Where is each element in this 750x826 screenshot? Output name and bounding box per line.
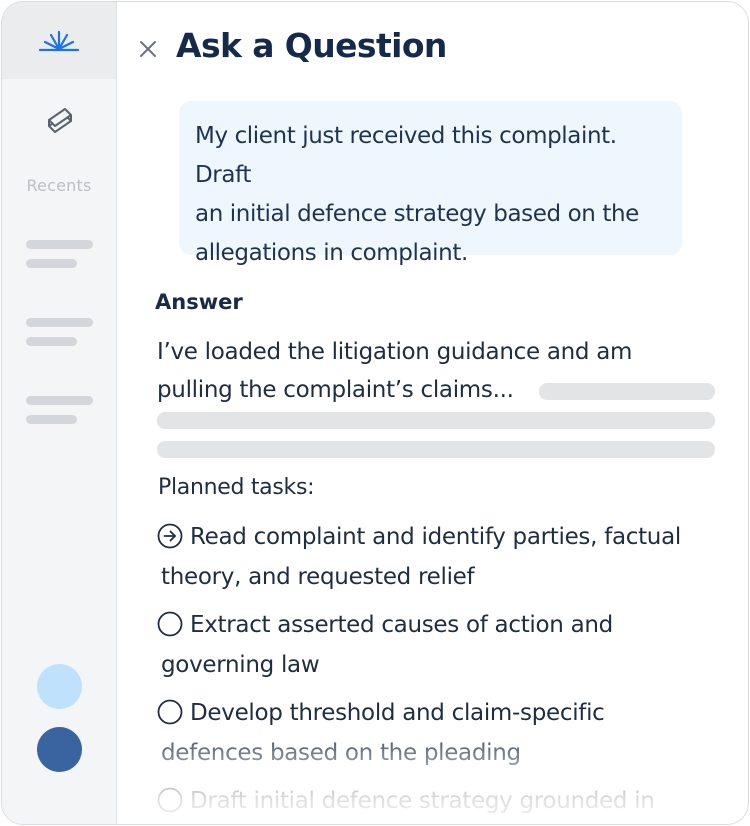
app-window: Recents Ask a Question My client just re… [1,1,749,825]
task-text: Develop threshold and claim-specific [190,700,605,726]
task-line: Read complaint and identify parties, fac… [157,523,681,550]
loading-skeleton-bar [157,412,715,429]
task-text: Extract asserted causes of action and [190,612,613,638]
question-line: allegations in complaint. [195,240,468,266]
task-line: Draft initial defence strategy grounded … [157,787,655,814]
task-list: Read complaint and identify parties, fac… [157,517,717,824]
recent-item-placeholder[interactable] [26,318,93,356]
task-item: Draft initial defence strategy grounded … [157,781,717,821]
question-line: an initial defence strategy based on the [195,201,639,227]
arrow-circle-icon [157,523,183,549]
task-line: Extract asserted causes of action and [157,611,613,638]
task-item: Develop threshold and claim-specific def… [157,693,717,773]
loading-skeleton-bar [157,441,715,458]
sunburst-logo-icon [38,30,80,51]
close-icon[interactable] [137,38,159,60]
recent-item-placeholder[interactable] [26,396,93,434]
stack-layers-icon[interactable] [41,103,77,139]
task-text: governing law [161,652,320,678]
recent-item-placeholder[interactable] [26,240,93,278]
answer-line: I’ve loaded the litigation guidance and … [157,339,633,365]
recents-label: Recents [26,176,92,195]
task-text: defences based on the pleading [161,740,521,766]
skeleton-line [26,318,93,327]
task-item: Extract asserted causes of action and go… [157,605,717,685]
empty-circle-icon [157,699,183,725]
skeleton-line [26,337,77,346]
task-text: Read complaint and identify parties, fac… [190,524,681,550]
skeleton-line [26,396,93,405]
planned-tasks-label: Planned tasks: [158,475,315,500]
skeleton-line [26,259,77,268]
skeleton-line [26,415,77,424]
task-item: Read complaint and identify parties, fac… [157,517,717,597]
empty-circle-icon [157,611,183,637]
task-line: Develop threshold and claim-specific [157,699,605,726]
answer-heading: Answer [155,290,243,314]
avatar-light[interactable] [37,664,82,709]
loading-skeleton-bar [539,383,715,400]
sidebar-logo-tile[interactable] [2,2,116,79]
skeleton-line [26,240,93,249]
sidebar: Recents [2,2,117,824]
question-line: My client just received this complaint. … [195,123,617,188]
empty-circle-icon [157,787,183,813]
page-title: Ask a Question [176,26,447,65]
task-text: theory, and requested relief [161,564,475,590]
avatar-dark[interactable] [37,727,82,772]
task-text: Draft initial defence strategy grounded … [190,788,655,814]
question-bubble: My client just received this complaint. … [179,101,682,266]
